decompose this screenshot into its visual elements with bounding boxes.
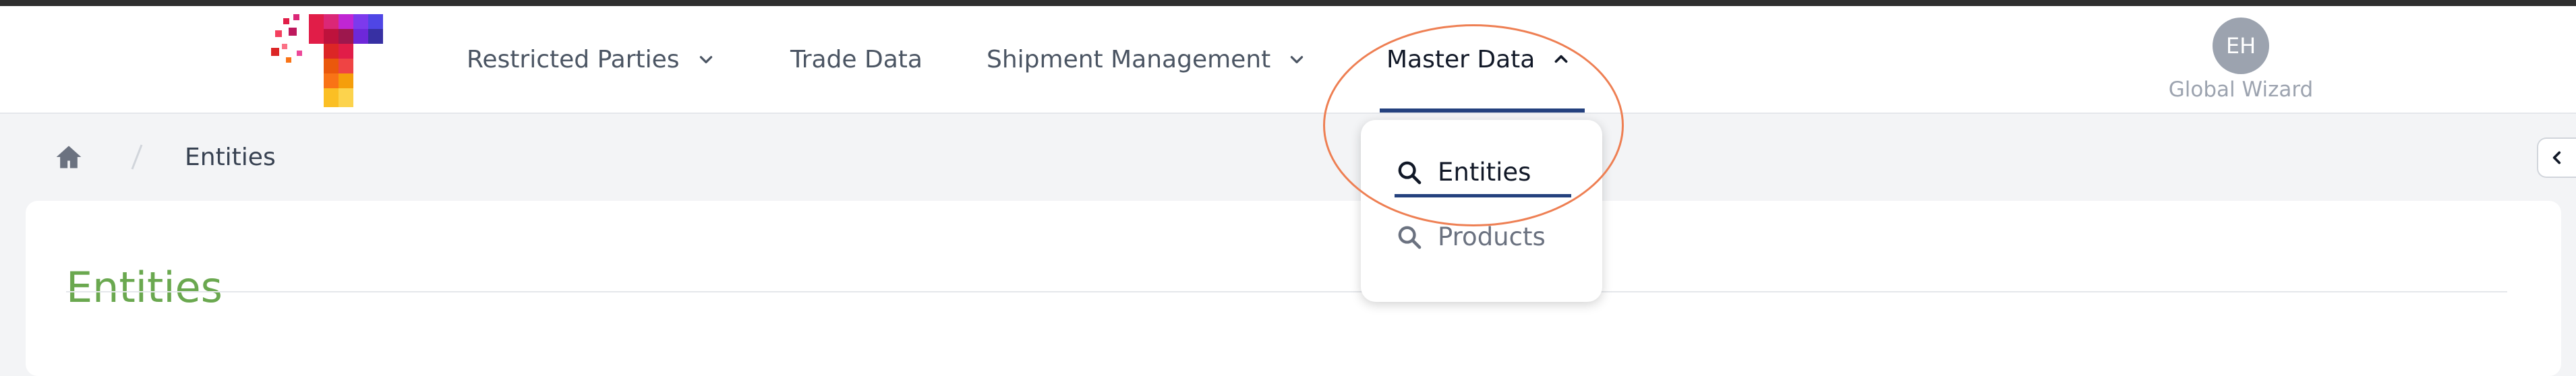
nav-shipment-management-label: Shipment Management [987,45,1271,73]
user-name[interactable]: Global Wizard [2131,77,2351,102]
nav-restricted-parties-label: Restricted Parties [467,45,680,73]
navbar: Restricted Parties Trade Data Shipment M… [0,6,2576,114]
nav-trade-data-label: Trade Data [790,45,923,73]
avatar[interactable]: EH [2213,18,2269,74]
nav-active-underline [1380,108,1585,113]
nav-master-data-label: Master Data [1386,45,1535,73]
dropdown-item-entities-label: Entities [1438,158,1531,187]
avatar-initials: EH [2225,33,2256,59]
dropdown-active-underline [1395,194,1571,197]
chevron-down-icon [699,56,712,63]
nav-shipment-management[interactable]: Shipment Management [987,6,1306,113]
breadcrumb: Entities [54,128,276,186]
title-divider [66,291,2507,292]
nav-restricted-parties[interactable]: Restricted Parties [467,6,715,113]
page-title: Entities [66,262,223,312]
master-data-dropdown: Entities Products [1361,120,1602,302]
search-icon [1398,226,1422,249]
main-card: Entities [26,201,2561,376]
home-icon[interactable] [54,142,84,172]
dropdown-item-products[interactable]: Products [1396,222,1546,251]
search-icon [1398,161,1422,184]
chevron-down-icon [1291,56,1304,63]
breadcrumb-current: Entities [185,143,276,171]
breadcrumb-separator [131,144,143,170]
nav-trade-data[interactable]: Trade Data [790,6,923,113]
sidebar-toggle-button[interactable] [2537,137,2576,178]
chevron-left-icon [2552,151,2561,164]
nav-master-data[interactable]: Master Data [1386,6,1570,113]
dropdown-item-products-label: Products [1438,222,1546,251]
top-strip [0,0,2576,6]
dropdown-item-entities[interactable]: Entities [1396,158,1531,187]
chevron-up-icon [1554,55,1568,63]
app-logo[interactable] [270,13,391,111]
